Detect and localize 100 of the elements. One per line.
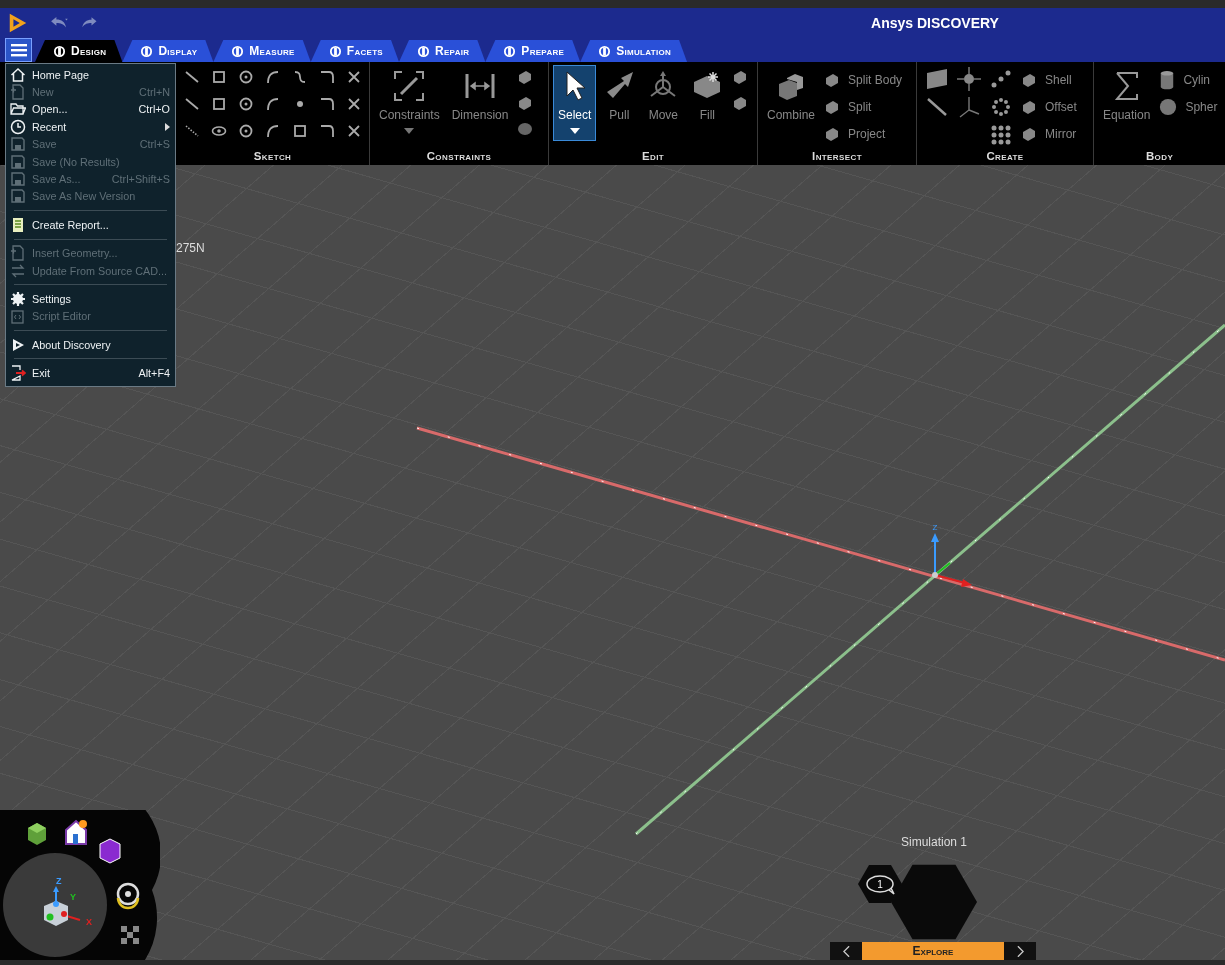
ribbon-tool-button[interactable]: Split [822,96,905,117]
sketch-tool-icon[interactable] [346,123,362,139]
block-icon [824,71,841,88]
tab-icon [503,44,517,58]
ribbon-tab[interactable]: Measure [213,40,311,62]
sketch-tool-icon[interactable] [346,96,362,112]
sketch-tool-icon[interactable] [292,69,308,85]
axis-label: Z [56,876,62,886]
ribbon-tab[interactable]: Simulation [580,40,688,62]
ribbon-group-label: Intersect [811,150,863,164]
dot-ring-icon[interactable] [989,95,1013,119]
menu-item[interactable]: Recent [6,118,175,136]
menu-icon [10,43,27,57]
ribbon-tool-button[interactable]: Constraints [374,65,445,141]
ribbon-group-label: Edit [640,150,666,164]
sketch-tool-icon[interactable] [184,96,200,112]
sketch-tool-icon[interactable] [184,123,200,139]
simulation-label: Simulation 1 [899,835,968,849]
message-count: 1 [877,879,883,890]
menu-button[interactable] [5,38,32,62]
line-icon[interactable] [925,95,949,119]
chevron-left-icon [842,945,850,957]
sketch-tool-icon[interactable] [238,96,254,112]
ribbon-tool-button[interactable]: Split Body [822,69,905,90]
block-icon[interactable] [732,69,749,85]
sketch-tool-icon[interactable] [265,69,281,85]
checker-icon[interactable] [121,926,139,944]
dot-grid-icon[interactable] [989,123,1013,147]
sketch-tool-icon[interactable] [184,69,200,85]
sketch-tool-icon[interactable] [319,123,335,139]
point-icon[interactable] [957,67,981,91]
axes-icon[interactable] [957,95,981,119]
ribbon-tool-button[interactable]: Project [822,123,905,144]
sketch-tool-icon[interactable] [319,69,335,85]
ribbon-tool-button[interactable]: Dimension [446,65,514,141]
block-icon [824,98,841,115]
ribbon-tool-button[interactable]: Shell [1019,69,1079,90]
hexagon-button[interactable] [858,864,902,904]
sketch-tool-icon[interactable] [292,123,308,139]
tab-icon [417,44,430,58]
plane-icon[interactable] [925,67,949,91]
sketch-tool-icon[interactable] [211,96,227,112]
cube-icon[interactable] [28,823,46,845]
home-icon[interactable] [65,819,87,845]
menu-item[interactable]: Exit Alt+F4 [6,364,175,382]
cylinder-icon [1159,69,1176,90]
ribbon-tool-button[interactable]: Offset [1019,96,1079,117]
sketch-tool-icon[interactable] [319,96,335,112]
ribbon-group-label: Sketch [252,150,293,164]
sketch-tool-icon[interactable] [238,69,254,85]
next-button[interactable] [1004,942,1036,960]
menu-item[interactable]: About Discovery [6,336,175,354]
ribbon-tool-button[interactable]: Cylin [1157,69,1220,90]
ribbon-tab[interactable]: Display [122,40,214,62]
sketch-tool-icon[interactable] [346,69,362,85]
ribbon-tool-button[interactable]: Move [642,65,685,141]
sketch-tool-icon[interactable] [265,96,281,112]
ribbon-tool-button[interactable]: Mirror [1019,123,1079,144]
sketch-tool-icon[interactable] [211,69,227,85]
shortcut-text: Ctrl+Shift+S [111,173,170,186]
material-label: 275N [176,241,205,255]
sketch-tool-icon[interactable] [238,123,254,139]
menu-item[interactable]: Open... Ctrl+O [6,100,175,119]
ribbon-tool-button[interactable]: Combine [762,65,821,141]
axis-label: X [86,917,92,927]
ribbon-tab[interactable]: Prepare [485,40,581,62]
ribbon-tool-button[interactable]: Pull [598,65,641,141]
folder-icon [10,101,26,118]
menu-item[interactable]: Home Page [6,66,175,84]
menu-item[interactable]: Settings [6,290,175,308]
block-icon[interactable] [732,95,749,111]
ribbon-tool-button[interactable]: Spher [1157,96,1220,117]
explore-tab[interactable]: Explore [862,942,1004,960]
swap-icon [10,262,26,279]
shortcut-text: Alt+F4 [138,367,170,380]
ribbon-tool-button[interactable]: Select [553,65,597,141]
cube-icon[interactable] [99,838,121,864]
tab-icon [140,44,154,58]
ribbon-tool-button[interactable]: Fill [686,65,729,141]
disc-icon[interactable] [517,121,534,137]
wheel-icon[interactable] [116,882,140,910]
ribbon-tab[interactable]: Design [35,40,123,62]
view-cube-drawing [44,886,81,926]
block-icon[interactable] [517,95,534,111]
ribbon-group-label: Create [985,150,1025,164]
gear-icon [10,291,26,307]
menu-item[interactable]: Create Report... [6,216,175,234]
block-icon [1021,71,1037,88]
chevron-right-icon [1016,945,1024,957]
ribbon-tab[interactable]: Facets [310,40,399,62]
axis-triad-drawing [931,533,972,587]
sketch-tool-icon[interactable] [265,123,281,139]
sketch-tool-icon[interactable] [211,123,227,139]
exit-icon [10,365,26,382]
ribbon-tool-button[interactable]: Equation [1098,65,1156,141]
tab-icon [598,44,612,58]
previous-button[interactable] [830,942,862,960]
play-icon [10,336,26,353]
block-icon[interactable] [517,69,534,85]
ribbon-tab[interactable]: Repair [399,40,486,62]
